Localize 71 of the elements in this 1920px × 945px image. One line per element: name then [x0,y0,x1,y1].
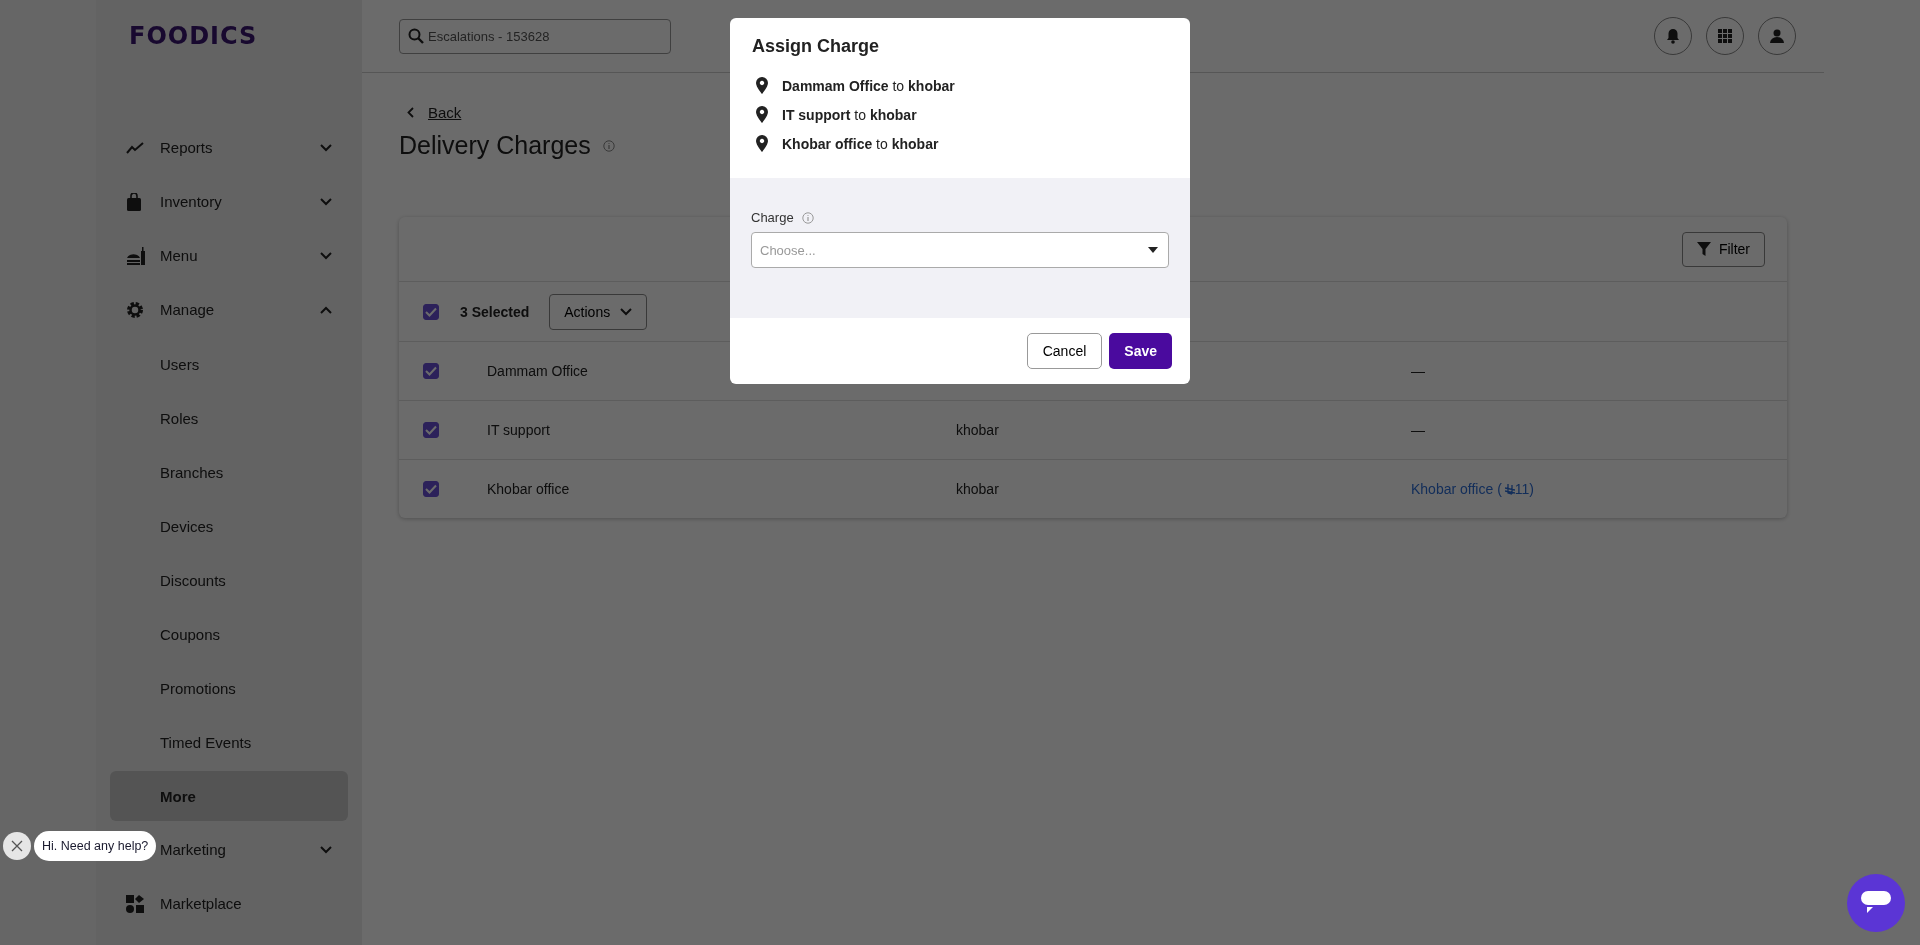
sidebar-item[interactable]: Manage [160,302,320,318]
assignment-text: Dammam Office to khobar [782,77,955,94]
search-field[interactable]: Escalations - 153628 [399,18,671,54]
apps-button[interactable] [1706,17,1744,55]
chevron-down-icon[interactable] [320,198,332,206]
dialog-title: Assign Charge [752,36,881,57]
assignment-text: IT support to khobar [782,106,917,123]
table-cell: khobar [956,481,999,497]
save-button[interactable]: Save [1109,333,1172,369]
profile-button[interactable] [1758,17,1796,55]
select-all-checkbox[interactable] [423,303,439,320]
sidebar-item[interactable]: Discounts [110,555,348,605]
field-label: Charge [751,210,794,225]
grid-icon [1718,29,1732,43]
info-icon[interactable] [602,139,615,152]
settings-icon [126,301,144,319]
table-cell: IT support [487,422,550,438]
user-icon [1770,29,1784,43]
chevron-down-icon[interactable] [320,252,332,260]
actions-button[interactable]: Actions [549,293,648,330]
chevron-down-icon [620,307,633,316]
sidebar-item[interactable]: Promotions [110,663,348,713]
sidebar-item[interactable]: Branches [110,447,348,497]
chat-bubble-icon [1861,891,1891,915]
back-link[interactable]: Back [428,103,462,121]
sidebar-item[interactable]: Marketplace [160,896,332,912]
info-icon[interactable] [801,211,814,224]
sidebar-item[interactable]: Reports [160,140,320,156]
row-checkbox[interactable] [423,481,439,497]
sidebar-item[interactable]: Inventory [160,194,320,210]
sidebar-item[interactable]: Menu [160,248,320,264]
chevron-down-icon[interactable] [320,144,332,152]
branch-link[interactable]: Khobar office ( 11) [1411,481,1534,497]
row-checkbox[interactable] [423,422,439,438]
sidebar-item[interactable]: Roles [110,393,348,443]
map-pin-icon [756,77,768,94]
table-cell: Dammam Office [487,363,588,379]
table-cell: Khobar office [487,481,570,497]
sidebar-item[interactable]: Marketing [160,842,320,858]
shapes-icon [126,895,144,913]
map-pin-icon [756,106,768,123]
filter-button[interactable]: Filter [1681,231,1765,267]
table-cell: — [1411,422,1425,438]
sidebar-item[interactable]: Coupons [110,609,348,659]
cancel-button[interactable]: Cancel [1026,333,1103,369]
table-cell: khobar [956,422,999,438]
notifications-button[interactable] [1654,17,1692,55]
charge-select[interactable]: Choose... [751,232,1169,268]
selected-count: 3 Selected [460,303,530,320]
chevron-down-icon[interactable] [320,846,332,854]
chevron-left-icon [407,106,414,118]
page-title: Delivery Charges [399,131,591,160]
row-checkbox[interactable] [423,363,439,379]
map-pin-icon [756,135,768,152]
funnel-icon [1696,242,1711,256]
bell-icon [1666,28,1680,44]
assignment-text: Khobar office to khobar [782,135,939,152]
sidebar-item[interactable]: Timed Events [110,717,348,767]
search-icon [408,28,424,44]
chart-line-icon [126,142,144,154]
sidebar-item[interactable]: Users [110,339,348,389]
chevron-up-icon[interactable] [320,306,332,314]
burger-drink-icon [126,246,146,266]
chat-launcher-button[interactable] [1847,874,1905,932]
sidebar-item[interactable]: Devices [110,501,348,551]
sidebar-item[interactable]: More [110,771,348,821]
chat-greeting[interactable]: Hi. Need any help? [34,831,157,861]
table-cell: — [1411,363,1425,379]
bag-icon [126,193,142,211]
dropdown-caret-icon [1148,247,1158,253]
logo[interactable]: FOODICS [96,0,362,72]
